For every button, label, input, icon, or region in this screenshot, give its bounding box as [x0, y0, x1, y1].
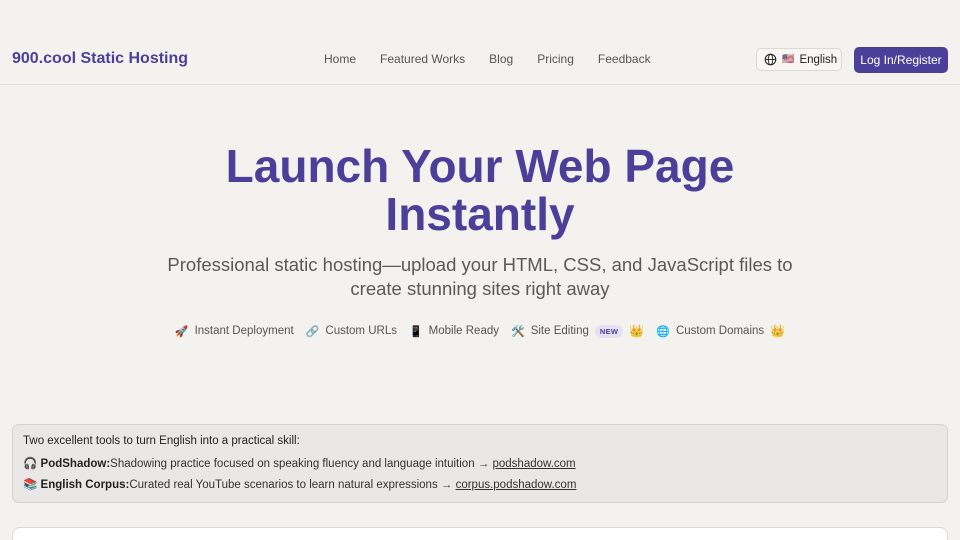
us-flag-icon: 🇺🇸	[782, 54, 795, 65]
feature-custom-domains: 🌐 Custom Domains 👑	[656, 324, 785, 338]
feature-custom-urls: 🔗 Custom URLs	[306, 325, 397, 338]
promo-item-name: PodShadow:	[40, 458, 111, 470]
promo-item-english-corpus: 📚 English Corpus:Curated real YouTube sc…	[23, 477, 937, 491]
globe-emoji-icon: 🌐	[656, 325, 670, 338]
hero-title-line1: Launch Your Web Page	[225, 140, 735, 192]
promo-item-podshadow: 🎧 PodShadow:Shadowing practice focused o…	[23, 456, 937, 470]
promo-title: Two excellent tools to turn English into…	[23, 435, 300, 447]
link-icon: 🔗	[305, 325, 320, 338]
hero-subtitle: Professional static hosting—upload your …	[140, 253, 820, 301]
feature-mobile-ready: 📱 Mobile Ready	[409, 325, 499, 338]
feature-label: Custom Domains	[675, 325, 765, 337]
feature-label: Mobile Ready	[428, 325, 499, 337]
hero-title-line2: Instantly	[385, 188, 575, 240]
promo-item-name: English Corpus:	[40, 479, 130, 491]
nav-featured-works[interactable]: Featured Works	[380, 52, 465, 66]
hero-subtitle-line2: create stunning sites right away	[350, 278, 610, 299]
hero-subtitle-line1: Professional static hosting—upload your …	[167, 254, 793, 275]
login-register-button[interactable]: Log In/Register	[854, 47, 948, 73]
headphones-icon: 🎧	[23, 458, 38, 470]
tools-icon: 🛠️	[511, 325, 525, 338]
rocket-icon: 🚀	[174, 325, 189, 338]
language-selector-button[interactable]: 🇺🇸 English	[756, 48, 842, 71]
upload-card	[12, 527, 948, 540]
promo-box: Two excellent tools to turn English into…	[12, 424, 948, 503]
promo-item-desc: Shadowing practice focused on speaking f…	[110, 458, 493, 470]
new-badge: NEW	[594, 324, 624, 338]
promo-item-desc: Curated real YouTube scenarios to learn …	[129, 479, 456, 491]
nav-blog[interactable]: Blog	[489, 52, 513, 66]
feature-label: Site Editing	[530, 325, 589, 337]
globe-icon	[764, 53, 777, 66]
top-navbar: 900.cool Static Hosting Home Featured Wo…	[0, 34, 960, 85]
feature-instant-deployment: 🚀 Instant Deployment	[175, 325, 294, 338]
feature-site-editing: 🛠️ Site Editing NEW 👑	[511, 324, 644, 338]
feature-label: Custom URLs	[325, 325, 397, 337]
brand-logo-text[interactable]: 900.cool Static Hosting	[12, 50, 188, 68]
feature-list: 🚀 Instant Deployment 🔗 Custom URLs 📱 Mob…	[0, 324, 960, 338]
podshadow-link[interactable]: podshadow.com	[493, 458, 576, 470]
books-icon: 📚	[23, 479, 38, 491]
crown-icon: 👑	[629, 324, 645, 338]
feature-label: Instant Deployment	[194, 325, 294, 337]
nav-home[interactable]: Home	[324, 52, 356, 66]
language-label: English	[799, 53, 838, 66]
corpus-link[interactable]: corpus.podshadow.com	[456, 479, 577, 491]
mobile-phone-icon: 📱	[408, 325, 423, 338]
hero-title: Launch Your Web Page Instantly	[0, 142, 960, 238]
crown-icon: 👑	[770, 324, 786, 338]
nav-pricing[interactable]: Pricing	[537, 52, 574, 66]
nav-feedback[interactable]: Feedback	[598, 52, 651, 66]
main-nav: Home Featured Works Blog Pricing Feedbac…	[324, 52, 651, 66]
